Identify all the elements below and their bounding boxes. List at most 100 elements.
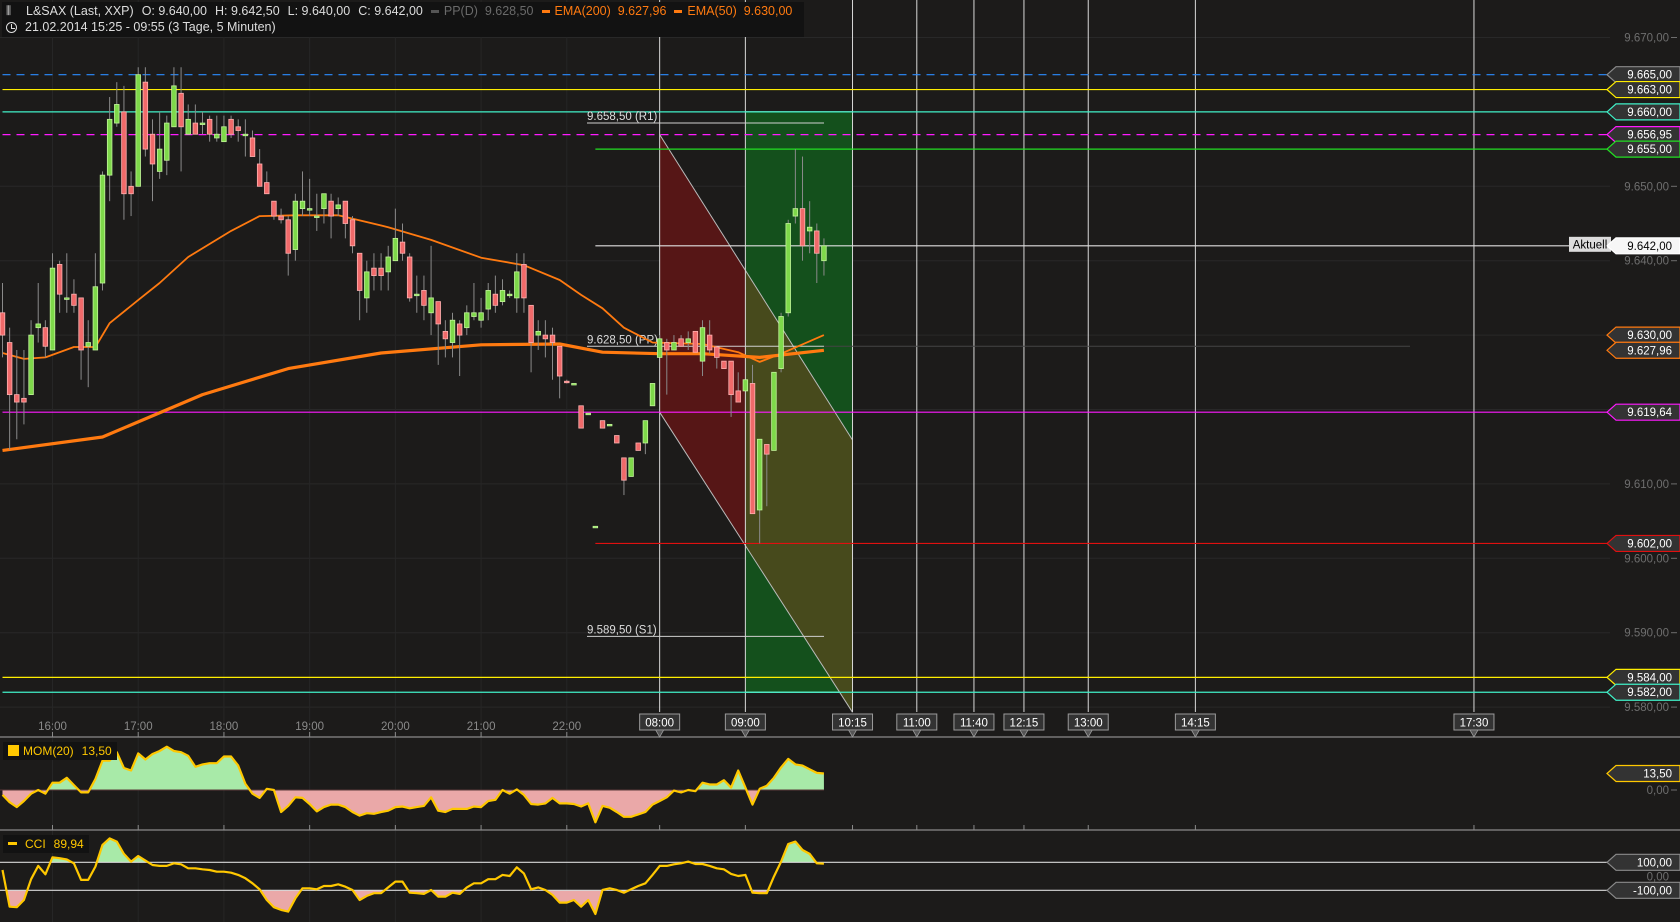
candle [692,330,699,353]
candle-body [292,200,299,250]
candle-body [764,444,770,455]
candle-body [742,379,749,392]
candle-body [64,297,70,300]
candle-body [664,342,670,351]
candle-body [706,334,713,351]
chart-canvas[interactable]: 9.658,50 (R1)9.628,50 (PP)9.589,50 (S1) … [0,0,1680,922]
cci-name: CCI [25,837,46,851]
candle-body [335,204,341,210]
pp-label: PP(D) [443,4,478,18]
candle [228,115,234,138]
candle-body [364,271,370,299]
ema200-legend[interactable]: EMA(200) 9.627,96 [541,3,667,19]
candle-body [256,163,263,187]
candle-body [749,383,756,515]
price-badge: 9.642,00 [1606,237,1680,255]
candle-body [114,104,120,124]
candle-body [85,342,91,347]
candle [592,525,599,529]
candle-body [506,293,513,297]
candle-body [278,215,284,221]
price-badge-label: 13,50 [1643,769,1672,781]
candle-body [242,133,249,137]
candle-body [21,397,27,403]
candle-body [171,85,177,128]
time-marker-label: 12:15 [1010,718,1039,730]
time-marker-label: 11:40 [960,718,988,730]
candle-body [149,133,156,165]
pivot-label: 9.589,50 (S1) [587,624,657,636]
mom-legend[interactable]: MOM(20) 13,50 [3,742,117,760]
candle-body [42,327,49,347]
candle-body [349,219,356,247]
candle-body [514,271,520,299]
price-axis-label: 9.610,00 [1624,479,1669,491]
low-value: L: 9.640,00 [287,4,351,18]
candlestick-chart-icon: ⫼ [6,5,12,17]
price-badge: 13,50 [1606,764,1680,783]
candle-body [521,264,527,299]
pivot-label: 9.658,50 (R1) [587,111,657,123]
price-badge-label: 9.627,96 [1627,345,1672,357]
chart-legend-header: ⫼ L&SAX (Last, XXP) O: 9.640,00 H: 9.642… [2,2,805,37]
ema200-value: 9.627,96 [617,4,667,18]
close-value: C: 9.642,00 [358,4,423,18]
candle [785,219,791,317]
candle-body [621,457,627,481]
time-marker-label: 14:15 [1181,718,1210,730]
candle-body [271,200,277,217]
candle-body [642,420,649,444]
candle [771,371,777,451]
candle-body [778,316,784,369]
price-badge-label: -100,00 [1633,885,1672,897]
price-axis-label: 9.670,00 [1624,33,1669,45]
date-range: 21.02.2014 15:25 - 09:55 (3 Tage, 5 Minu… [25,20,276,34]
time-axis-label: 22:00 [552,721,581,733]
candle-body [599,420,606,429]
ema50-legend[interactable]: EMA(50) 9.630,00 [674,3,792,19]
candle-body [456,323,463,336]
time-marker-label: 13:00 [1074,718,1103,730]
candle [721,360,727,369]
candle-body [678,338,684,347]
candle-body [285,219,291,254]
time-marker-label: 11:00 [903,718,931,730]
candle-body [392,237,399,262]
candle [406,253,413,302]
candle-body [714,346,720,358]
price-badge: 9.619,64 [1606,403,1680,421]
price-badge: 9.630,00 [1606,326,1680,344]
candle-body [228,118,234,135]
pp-legend[interactable]: PP(D) 9.628,50 [430,3,534,19]
price-axis-label: 9.590,00 [1624,628,1669,640]
candle-body [571,383,577,386]
candle-body [214,133,220,139]
candle-body [421,290,427,306]
candle-body [721,360,727,369]
candle-body [49,267,56,351]
time-axis-label: 20:00 [381,721,410,733]
candle-body [406,256,413,299]
cci-legend[interactable]: CCI 89,94 [3,835,89,853]
price-badge-label: 100,00 [1637,857,1672,869]
open-value: O: 9.640,00 [141,4,208,18]
candle-body [542,334,549,340]
candle [628,457,634,477]
candle-body [564,380,570,384]
candle-body [614,435,620,444]
candle-body [6,342,13,396]
candle-body [528,304,534,343]
time-axis-label: 21:00 [467,721,496,733]
price-badge-label: 9.619,64 [1627,407,1672,419]
candle [614,435,620,444]
candle [649,383,656,407]
candle-body [549,334,556,343]
price-badge: 9.627,96 [1606,341,1680,359]
candle-body [399,241,406,254]
candle [135,67,141,187]
candle-body [35,323,41,329]
cci-zero-label: 0,00 [1647,871,1669,883]
price-badge-label: 9.663,00 [1627,85,1672,97]
price-badge-label: 9.655,00 [1627,144,1672,156]
candle [742,379,749,392]
